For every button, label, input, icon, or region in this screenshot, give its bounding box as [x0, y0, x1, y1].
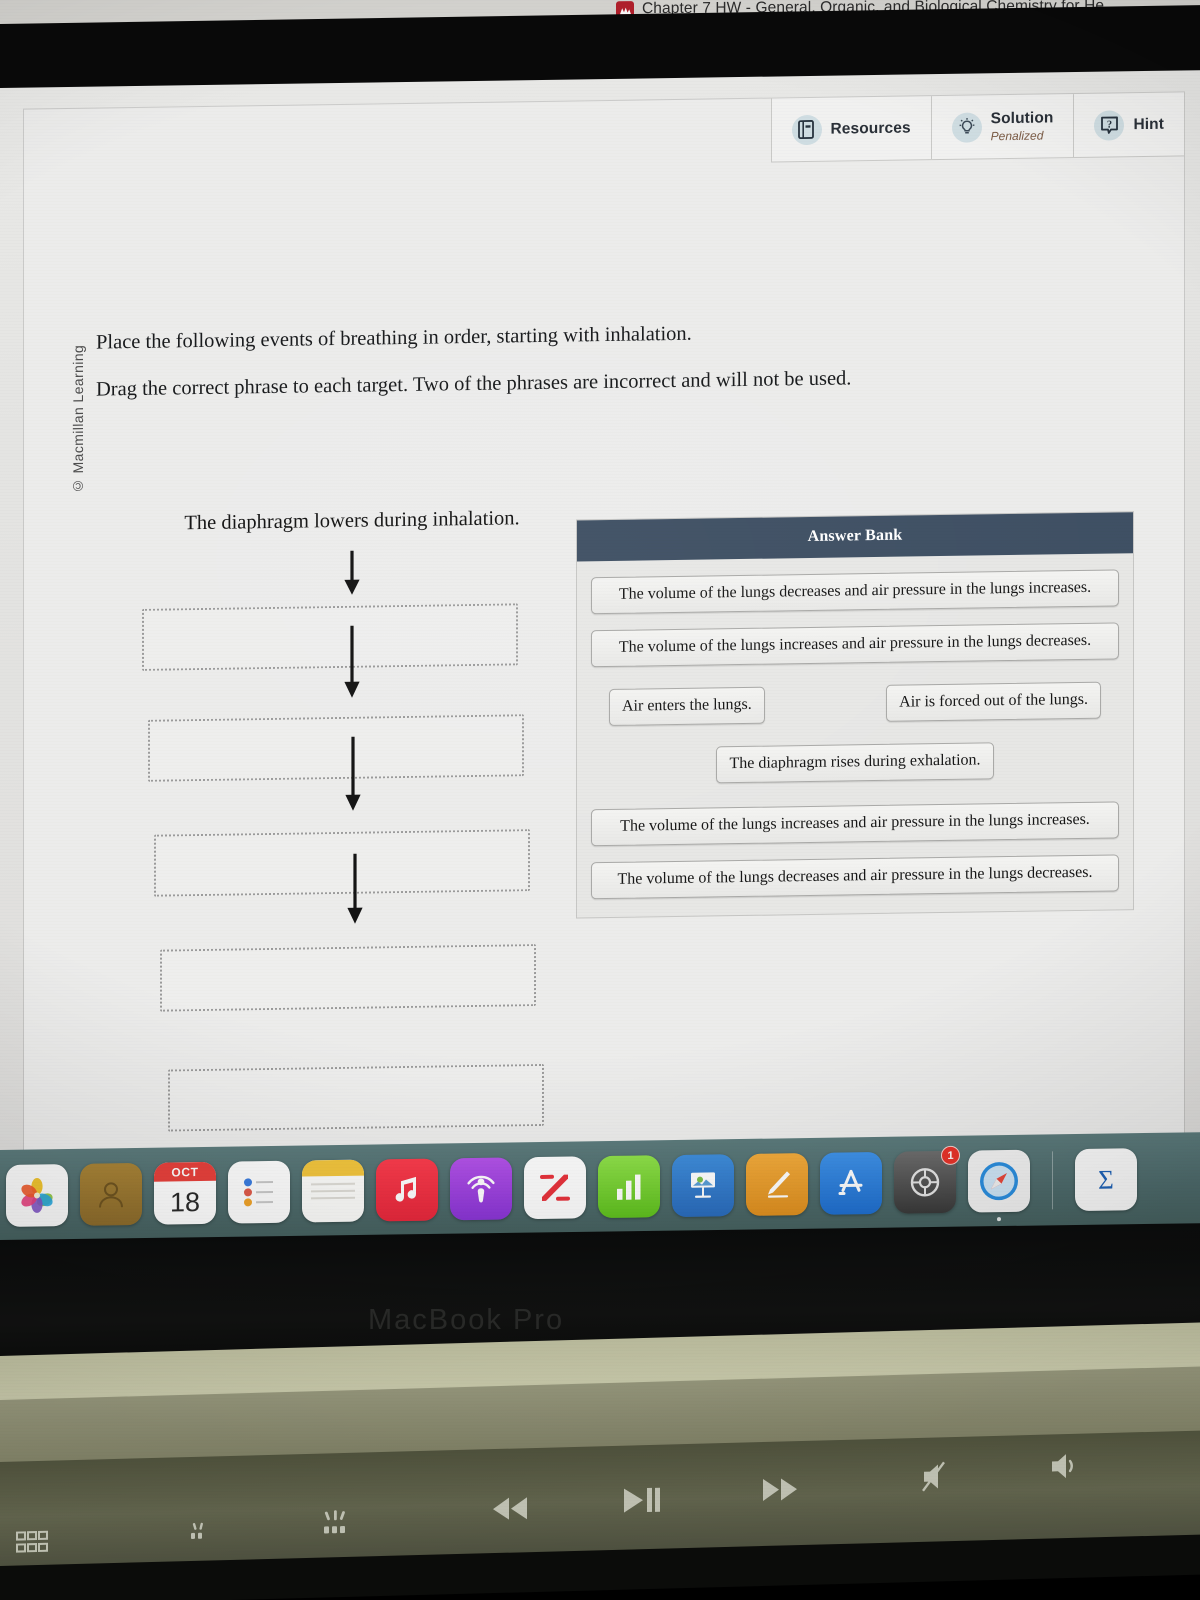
- calendar-icon[interactable]: OCT 18: [154, 1161, 216, 1225]
- mathtype-icon[interactable]: Σ: [1075, 1148, 1137, 1212]
- calendar-day: 18: [169, 1187, 201, 1218]
- volume-down-key[interactable]: [1040, 1441, 1094, 1490]
- reminders-icon[interactable]: [228, 1160, 290, 1224]
- resources-button[interactable]: Resources: [770, 96, 931, 162]
- solution-button[interactable]: Solution Penalized: [930, 94, 1074, 160]
- flow-arrow-4-wrap: [158, 849, 552, 934]
- play-pause-key[interactable]: [610, 1476, 670, 1524]
- answer-bank-row: Air enters the lungs. Air is forced out …: [591, 681, 1119, 726]
- copyright-watermark: © Macmillan Learning: [70, 344, 86, 495]
- contacts-icon[interactable]: [80, 1162, 142, 1226]
- answer-bank-row: The volume of the lungs increases and ai…: [591, 801, 1119, 847]
- hint-button[interactable]: ? Hint: [1073, 92, 1184, 158]
- down-arrow-icon: [341, 624, 363, 705]
- flow-first-step: The diaphragm lowers during inhalation.: [184, 507, 520, 535]
- answer-chip[interactable]: The volume of the lungs increases and ai…: [591, 622, 1119, 668]
- ordering-flow: The diaphragm lowers during inhalation.: [132, 507, 552, 1132]
- down-arrow-icon: [341, 549, 363, 602]
- prompt-line-1: Place the following events of breathing …: [96, 322, 692, 354]
- notes-lines: [302, 1176, 364, 1223]
- notes-icon[interactable]: [302, 1159, 364, 1223]
- down-arrow-icon: [344, 852, 366, 931]
- answer-bank-row: The volume of the lungs increases and ai…: [591, 622, 1119, 668]
- answer-chip[interactable]: Air is forced out of the lungs.: [886, 681, 1101, 722]
- mute-key[interactable]: [912, 1453, 962, 1500]
- answer-chip[interactable]: The volume of the lungs decreases and ai…: [591, 569, 1119, 615]
- keynote-icon[interactable]: [672, 1154, 734, 1218]
- fast-forward-key[interactable]: [752, 1467, 808, 1512]
- launchpad-key[interactable]: [10, 1527, 54, 1558]
- news-icon[interactable]: [524, 1156, 586, 1220]
- answer-bank-body: The volume of the lungs decreases and ai…: [577, 553, 1133, 900]
- rewind-key[interactable]: [482, 1486, 538, 1531]
- flow-arrow-1-wrap: [152, 546, 552, 605]
- flow-arrow-3-wrap: [154, 732, 552, 821]
- page-surface: Resources Solution Penalized ? Hint © Ma…: [24, 92, 1184, 1156]
- question-prompt: Place the following events of breathing …: [96, 317, 996, 403]
- prompt-line-2: Drag the correct phrase to each target. …: [96, 366, 852, 401]
- drop-target-4[interactable]: [160, 944, 536, 1012]
- drop-target-5[interactable]: [168, 1063, 544, 1132]
- photos-icon[interactable]: [6, 1163, 68, 1227]
- safari-icon[interactable]: [968, 1149, 1030, 1222]
- hint-label: Hint: [1133, 115, 1164, 133]
- answer-chip[interactable]: The volume of the lungs increases and ai…: [591, 801, 1119, 847]
- dock-divider: [1052, 1151, 1053, 1210]
- notification-badge: 1: [941, 1145, 960, 1166]
- answer-chip[interactable]: The volume of the lungs decreases and ai…: [591, 854, 1119, 900]
- answer-bank-row: The diaphragm rises during exhalation.: [591, 740, 1119, 785]
- down-arrow-icon: [342, 735, 364, 818]
- svg-text:?: ?: [1107, 119, 1112, 130]
- answer-bank-row: The volume of the lungs decreases and ai…: [591, 569, 1119, 615]
- keyboard-brightness-down-key[interactable]: [178, 1510, 220, 1551]
- music-icon[interactable]: [376, 1158, 438, 1222]
- svg-text:Σ: Σ: [1098, 1164, 1114, 1194]
- lightbulb-icon: [951, 111, 982, 143]
- solution-label: Solution: [990, 108, 1054, 127]
- answer-bank-panel: Answer Bank The volume of the lungs decr…: [576, 511, 1134, 919]
- question-mark-icon: ?: [1094, 109, 1125, 141]
- resources-label: Resources: [830, 118, 911, 138]
- answer-chip[interactable]: Air enters the lungs.: [609, 686, 765, 726]
- book-icon: [791, 114, 822, 145]
- pages-icon[interactable]: [746, 1153, 808, 1216]
- running-indicator-dot: [997, 1217, 1001, 1222]
- flow-arrow-2-wrap: [152, 621, 552, 708]
- podcasts-icon[interactable]: [450, 1157, 512, 1221]
- notes-header-strip: [302, 1159, 364, 1177]
- system-preferences-icon[interactable]: 1: [894, 1145, 960, 1214]
- question-toolbar: Resources Solution Penalized ? Hint: [770, 92, 1184, 163]
- numbers-icon[interactable]: [598, 1155, 660, 1219]
- app-store-icon[interactable]: [820, 1151, 882, 1215]
- macbook-pro-label: MacBook Pro: [368, 1304, 565, 1336]
- answer-chip[interactable]: The diaphragm rises during exhalation.: [716, 742, 994, 784]
- calendar-month: OCT: [154, 1161, 216, 1182]
- courseware-page: Resources Solution Penalized ? Hint © Ma…: [0, 70, 1200, 1157]
- solution-penalized-note: Penalized: [990, 128, 1044, 144]
- answer-bank-row: The volume of the lungs decreases and ai…: [591, 854, 1119, 900]
- screenshot-root: Chapter 7 HW - General, Organic, and Bio…: [0, 0, 1200, 1600]
- keyboard-brightness-up-key[interactable]: [312, 1501, 360, 1546]
